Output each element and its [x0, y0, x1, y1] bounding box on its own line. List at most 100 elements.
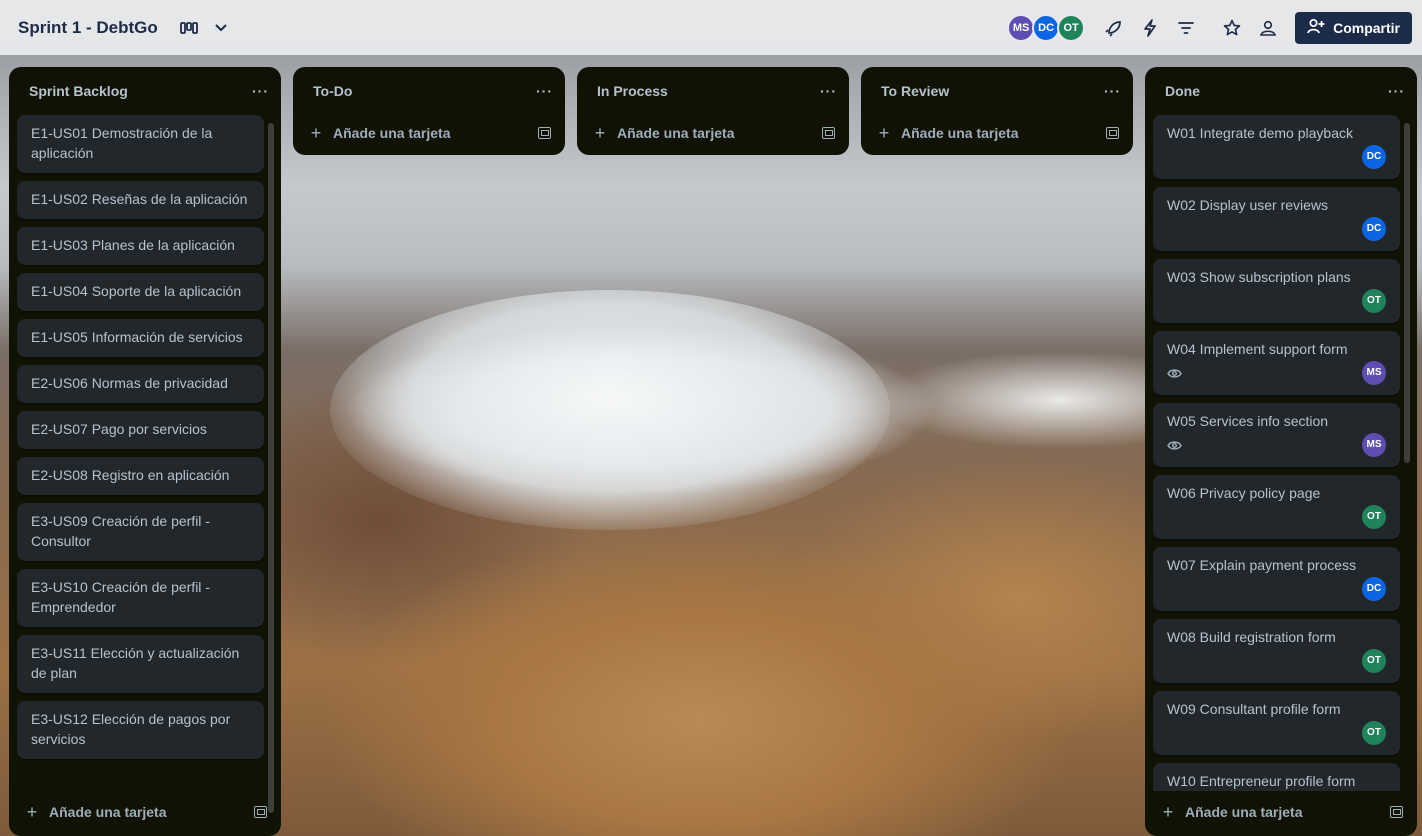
list-item[interactable]: E3-US10 Creación de perfil - Emprendedor — [17, 569, 264, 627]
add-card-row: + Añade una tarjeta — [1145, 794, 1417, 830]
list-title[interactable]: Done — [1165, 83, 1200, 99]
card-title: E1-US05 Información de servicios — [31, 329, 243, 345]
list-scrollbar[interactable] — [268, 123, 274, 813]
eye-icon — [1167, 439, 1183, 451]
add-card-label: Añade una tarjeta — [1185, 804, 1303, 820]
list-item[interactable]: W07 Explain payment process DC — [1153, 547, 1400, 611]
card-template-icon[interactable] — [822, 127, 835, 139]
list-item[interactable]: E3-US11 Elección y actualización de plan — [17, 635, 264, 693]
avatar-initials: OT — [1063, 21, 1079, 34]
chevron-down-icon — [210, 17, 232, 39]
list-item[interactable]: E1-US05 Información de servicios — [17, 319, 264, 357]
card-badges: DC — [1167, 145, 1386, 169]
avatar[interactable]: DC — [1032, 13, 1061, 42]
card-badges: OT — [1167, 721, 1386, 745]
avatar[interactable]: DC — [1362, 577, 1386, 601]
avatar[interactable]: OT — [1362, 289, 1386, 313]
plus-icon: + — [594, 122, 606, 143]
list-item[interactable]: E3-US12 Elección de pagos por servicios — [17, 701, 264, 759]
list-item[interactable]: W06 Privacy policy page OT — [1153, 475, 1400, 539]
avatar[interactable]: DC — [1362, 217, 1386, 241]
card-template-icon[interactable] — [538, 127, 551, 139]
list-title[interactable]: To-Do — [313, 83, 352, 99]
card-title: W10 Entrepreneur profile form — [1167, 773, 1356, 789]
list-item[interactable]: W03 Show subscription plans OT — [1153, 259, 1400, 323]
list-item[interactable]: W04 Implement support form MS — [1153, 331, 1400, 395]
list-title[interactable]: In Process — [597, 83, 668, 99]
list-item[interactable]: E1-US02 Reseñas de la aplicación — [17, 181, 264, 219]
avatar[interactable]: MS — [1362, 361, 1386, 385]
list-item[interactable]: E2-US07 Pago por servicios — [17, 411, 264, 449]
card-title: E2-US08 Registro en aplicación — [31, 467, 230, 483]
list-menu-button[interactable]: ··· — [1388, 83, 1405, 99]
team-visibility-icon[interactable] — [1257, 17, 1279, 39]
board-header: Sprint 1 - DebtGo MS DC OT Compartir — [0, 0, 1422, 55]
card-title: E3-US09 Creación de perfil - Consultor — [31, 513, 210, 549]
card-badges: OT — [1167, 289, 1386, 313]
list-item[interactable]: W02 Display user reviews DC — [1153, 187, 1400, 251]
list-item[interactable]: W10 Entrepreneur profile form — [1153, 763, 1400, 791]
list-item[interactable]: E1-US03 Planes de la aplicación — [17, 227, 264, 265]
add-card-button[interactable]: + Añade una tarjeta — [309, 122, 451, 144]
list-header: Sprint Backlog ··· — [9, 67, 281, 115]
list-item[interactable]: E3-US09 Creación de perfil - Consultor — [17, 503, 264, 561]
card-title: W02 Display user reviews — [1167, 197, 1329, 213]
lightning-icon[interactable] — [1139, 17, 1161, 39]
avatar-initials: MS — [1012, 21, 1030, 34]
card-title: W07 Explain payment process — [1167, 557, 1357, 573]
avatar[interactable]: DC — [1362, 145, 1386, 169]
card-title: E1-US03 Planes de la aplicación — [31, 237, 235, 253]
add-card-row: + Añade una tarjeta — [861, 115, 1133, 151]
avatar[interactable]: OT — [1362, 649, 1386, 673]
list-item[interactable]: W09 Consultant profile form OT — [1153, 691, 1400, 755]
avatar[interactable]: OT — [1362, 721, 1386, 745]
card-title: E1-US02 Reseñas de la aplicación — [31, 191, 248, 207]
add-card-button[interactable]: + Añade una tarjeta — [1161, 802, 1303, 823]
avatar[interactable]: MS — [1362, 433, 1386, 457]
card-template-icon[interactable] — [254, 806, 267, 818]
list-item[interactable]: W01 Integrate demo playback DC — [1153, 115, 1400, 179]
card-template-icon[interactable] — [1390, 806, 1403, 818]
plus-icon: + — [878, 122, 890, 143]
card-title: E3-US11 Elección y actualización de plan — [31, 645, 240, 681]
avatar[interactable]: OT — [1057, 13, 1086, 42]
share-button[interactable]: Compartir — [1295, 11, 1412, 44]
avatar-initials: DC — [1038, 21, 1055, 34]
list-menu-button[interactable]: ··· — [252, 83, 269, 99]
plus-icon: + — [310, 122, 322, 143]
list-to-do: To-Do ··· + Añade una tarjeta — [293, 67, 565, 155]
list-menu-button[interactable]: ··· — [536, 83, 553, 99]
board-view-switcher[interactable] — [178, 17, 232, 39]
list-item[interactable]: E2-US08 Registro en aplicación — [17, 457, 264, 495]
add-card-row: + Añade una tarjeta — [9, 794, 281, 830]
list-scrollbar[interactable] — [1404, 123, 1410, 463]
header-actions — [1103, 17, 1279, 39]
card-title: E3-US12 Elección de pagos por servicios — [31, 711, 231, 747]
list-item[interactable]: E2-US06 Normas de privacidad — [17, 365, 264, 403]
avatar[interactable]: OT — [1362, 505, 1386, 529]
add-card-button[interactable]: + Añade una tarjeta — [25, 802, 167, 823]
card-title: E1-US04 Soporte de la aplicación — [31, 283, 242, 299]
rocket-icon[interactable] — [1103, 17, 1125, 39]
list-item[interactable]: W08 Build registration form OT — [1153, 619, 1400, 683]
list-title[interactable]: Sprint Backlog — [29, 83, 128, 99]
list-title[interactable]: To Review — [881, 83, 949, 99]
add-card-button[interactable]: + Añade una tarjeta — [593, 122, 735, 144]
card-template-icon[interactable] — [1106, 127, 1119, 139]
list-item[interactable]: E1-US04 Soporte de la aplicación — [17, 273, 264, 311]
board-view-icon — [178, 17, 200, 39]
list-menu-button[interactable]: ··· — [820, 83, 837, 99]
card-title: W04 Implement support form — [1167, 341, 1348, 357]
eye-icon — [1167, 367, 1183, 379]
list-menu-button[interactable]: ··· — [1104, 83, 1121, 99]
add-card-label: Añade una tarjeta — [901, 125, 1019, 141]
list-item[interactable]: E1-US01 Demostración de la aplicación — [17, 115, 264, 173]
list-item[interactable]: W05 Services info section MS — [1153, 403, 1400, 467]
add-card-button[interactable]: + Añade una tarjeta — [877, 122, 1019, 144]
star-icon[interactable] — [1221, 17, 1243, 39]
avatar[interactable]: MS — [1007, 13, 1036, 42]
filter-icon[interactable] — [1175, 17, 1197, 39]
background-glacier — [330, 290, 890, 530]
card-list: E1-US01 Demostración de la aplicación E1-… — [9, 115, 281, 791]
board-title[interactable]: Sprint 1 - DebtGo — [18, 18, 158, 38]
